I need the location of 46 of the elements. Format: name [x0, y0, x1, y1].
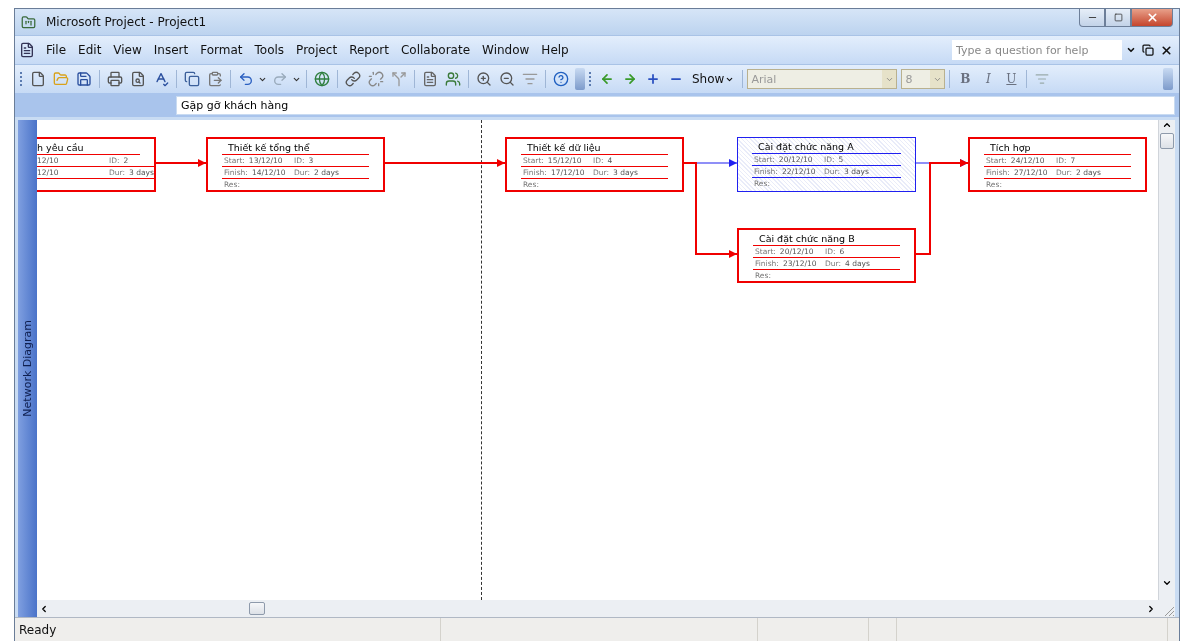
- close-icon: [1145, 11, 1159, 24]
- vertical-scrollbar[interactable]: [1158, 120, 1175, 600]
- maximize-icon: [1113, 13, 1123, 22]
- menu-item[interactable]: Help: [536, 41, 574, 59]
- app-icon: [21, 14, 36, 30]
- task-title: h yêu cầu: [37, 141, 85, 154]
- task-title: Thiết kế dữ liệu: [526, 141, 602, 154]
- toolbar-grip[interactable]: [19, 71, 23, 87]
- menu-item[interactable]: Format: [195, 41, 248, 59]
- help-search-field[interactable]: Type a question for help: [952, 40, 1122, 60]
- underline-button[interactable]: U: [1000, 72, 1023, 86]
- bold-button[interactable]: B: [954, 72, 977, 86]
- document-icon[interactable]: [19, 42, 35, 58]
- scrollbar-thumb[interactable]: [1160, 133, 1174, 149]
- menu-item[interactable]: Window: [477, 41, 535, 59]
- view-bar[interactable]: Network Diagram: [18, 120, 37, 617]
- menu-item[interactable]: Collaborate: [395, 41, 476, 59]
- menu-item[interactable]: Report: [344, 41, 394, 59]
- scroll-down-icon[interactable]: [1162, 578, 1172, 588]
- status-text: Ready: [15, 618, 441, 641]
- task-title: Thiết kế tổng thể: [227, 141, 311, 154]
- toolbar-grip[interactable]: [588, 71, 592, 87]
- scroll-right-icon[interactable]: [1146, 603, 1156, 614]
- task-title: Tích hợp: [989, 141, 1032, 154]
- menu-item[interactable]: View: [108, 41, 147, 59]
- maximize-button[interactable]: [1105, 9, 1131, 27]
- scrollbar-thumb[interactable]: [249, 602, 265, 615]
- menu-item[interactable]: File: [41, 41, 72, 59]
- close-button[interactable]: [1131, 9, 1173, 27]
- entry-field[interactable]: Gặp gỡ khách hàng: [176, 95, 1175, 115]
- resize-grip-icon[interactable]: [1163, 605, 1175, 617]
- task-title: Cài đặt chức năng B: [758, 232, 856, 245]
- menu-item[interactable]: Tools: [249, 41, 290, 59]
- connector-arrow: [155, 159, 207, 167]
- task-title: Cài đặt chức năng A: [757, 140, 855, 153]
- minimize-button[interactable]: [1079, 9, 1105, 27]
- show-button[interactable]: Show: [688, 72, 739, 86]
- italic-button[interactable]: I: [977, 72, 1000, 86]
- menu-item[interactable]: Edit: [73, 41, 107, 59]
- window-title: Microsoft Project - Project1: [46, 15, 207, 29]
- scroll-left-icon[interactable]: [39, 603, 49, 614]
- restore-window-icon[interactable]: [1140, 44, 1156, 56]
- horizontal-scrollbar[interactable]: [37, 600, 1158, 617]
- scroll-up-icon[interactable]: [1162, 120, 1172, 130]
- menu-item[interactable]: Project: [291, 41, 343, 59]
- menu-item[interactable]: Insert: [148, 41, 194, 59]
